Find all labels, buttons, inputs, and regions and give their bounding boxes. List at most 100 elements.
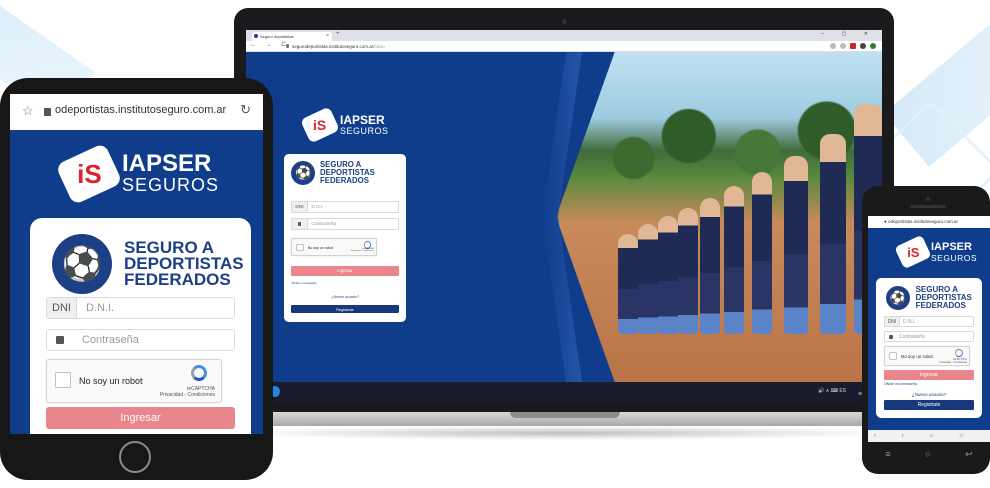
- phone-camera: [926, 197, 930, 201]
- phone-screen: ● odeportistas.institutoseguro.com.ar iS…: [868, 216, 990, 440]
- login-button[interactable]: Ingresar: [884, 370, 974, 380]
- brand-sub: SEGUROS: [931, 252, 978, 263]
- player-figure: [700, 198, 720, 334]
- recaptcha-footer: reCAPTCHA Privacidad - Condiciones: [350, 247, 374, 253]
- forgot-password-link[interactable]: Olvidé mi contraseña: [884, 382, 917, 386]
- recaptcha-footer: reCAPTCHA Privacidad - Condiciones: [159, 386, 215, 398]
- recaptcha-label: No soy un robot: [79, 376, 143, 386]
- player-figure: [618, 234, 638, 334]
- form-title: SEGURO A DEPORTISTAS FEDERADOS: [124, 238, 244, 289]
- dni-placeholder: D.N.I.: [86, 302, 115, 314]
- laptop-camera: [562, 19, 567, 24]
- lock-icon: [47, 330, 73, 350]
- profile-avatar[interactable]: [870, 43, 876, 49]
- browser-tab-bar: Seguro deportistas × + – ▢ ✕: [246, 30, 882, 41]
- back-key-icon[interactable]: ↩: [965, 449, 973, 460]
- new-user-link[interactable]: ¿Nuevo usuario?: [876, 392, 982, 397]
- os-taskbar: 🔊 ∧ ⌨ ES 18:188/3/2022: [246, 382, 882, 402]
- player-figure: [638, 224, 658, 334]
- url-host: segurodeportistas.institutoseguro.com.ar: [292, 44, 374, 49]
- recaptcha-label: No soy un robot: [307, 245, 334, 250]
- new-user-link[interactable]: ¿Nuevo usuario?: [284, 295, 406, 299]
- tablet-home-button[interactable]: [119, 441, 151, 473]
- laptop-shadow: [230, 426, 900, 440]
- brand-sub: SEGUROS: [340, 126, 389, 136]
- login-button[interactable]: Ingresar: [291, 266, 399, 276]
- form-header: ⚽ SEGURO A DEPORTISTAS FEDERADOS: [52, 234, 244, 294]
- close-icon[interactable]: ×: [326, 32, 329, 41]
- browser-tab[interactable]: Seguro deportistas ×: [252, 32, 332, 41]
- login-card: ⚽ SEGURO A DEPORTISTAS FEDERADOS DNI D.N.I…: [876, 278, 982, 418]
- address-bar: ← → C segurodeportistas.institutoseguro.…: [246, 41, 882, 52]
- runner-icon: ⚽: [291, 161, 316, 186]
- brand-badge-icon: iS: [300, 106, 340, 144]
- password-placeholder: Contraseña: [899, 333, 925, 340]
- lock-icon: [44, 108, 51, 116]
- puzzle-icon[interactable]: [860, 43, 866, 49]
- laptop-screen: Seguro deportistas × + – ▢ ✕ ← → C segur…: [246, 30, 882, 402]
- login-card: ⚽ SEGURO A DEPORTISTAS FEDERADOS DNI D.N.I…: [30, 218, 251, 434]
- reload-icon[interactable]: ↻: [240, 102, 251, 118]
- login-button[interactable]: Ingresar: [46, 407, 235, 429]
- dni-input[interactable]: DNI D.N.I.: [46, 297, 235, 319]
- password-placeholder: Contraseña: [82, 334, 139, 346]
- brand-logo: iS IAPSER SEGUROS: [894, 234, 978, 270]
- recaptcha-label: No soy un robot: [901, 354, 933, 359]
- tablet-address-bar: ☆ odeportistas.institutoseguro.com.ar ↻: [10, 94, 263, 130]
- brand-name: IAPSER: [340, 113, 385, 127]
- new-tab-button[interactable]: +: [336, 31, 340, 37]
- password-input[interactable]: Contraseña: [46, 329, 235, 351]
- register-button[interactable]: Registrate: [291, 305, 399, 314]
- menu-key-icon[interactable]: ≡: [885, 449, 890, 459]
- navigation-buttons[interactable]: ← → C: [250, 42, 290, 48]
- url-path: /inicio: [373, 44, 385, 49]
- recaptcha-widget: No soy un robot reCAPTCHA Privacidad - Co…: [291, 238, 378, 256]
- brand-logo: iS IAPSER SEGUROS: [55, 142, 219, 206]
- password-placeholder: Contraseña: [311, 221, 337, 227]
- lock-icon: [885, 332, 897, 341]
- web-page: iS IAPSER SEGUROS ⚽ SEGURO A DEPORTISTAS F…: [246, 52, 882, 382]
- home-key-icon[interactable]: ○: [925, 449, 930, 459]
- recaptcha-footer: reCAPTCHA Privacidad - Condiciones: [939, 358, 967, 364]
- url-input[interactable]: ● odeportistas.institutoseguro.com.ar: [868, 216, 990, 228]
- brand-name: IAPSER: [122, 149, 212, 177]
- runner-icon: ⚽: [52, 234, 112, 294]
- recaptcha-logo-icon: [191, 365, 207, 381]
- recaptcha-checkbox[interactable]: [55, 372, 71, 388]
- lock-icon: [286, 44, 289, 48]
- runner-icon: ⚽: [886, 286, 910, 310]
- recaptcha-checkbox[interactable]: [889, 352, 897, 360]
- password-input[interactable]: Contraseña: [884, 331, 974, 342]
- window-controls[interactable]: – ▢ ✕: [822, 31, 876, 37]
- share-icon[interactable]: [830, 43, 836, 49]
- form-title: SEGURO A DEPORTISTAS FEDERADOS: [915, 285, 972, 310]
- url-input[interactable]: odeportistas.institutoseguro.com.ar: [55, 104, 226, 116]
- star-icon[interactable]: ☆: [22, 103, 34, 119]
- player-figure: [784, 156, 808, 334]
- form-header: ⚽ SEGURO A DEPORTISTAS FEDERADOS: [886, 286, 972, 310]
- dni-prefix: DNI: [885, 317, 900, 326]
- register-button[interactable]: Registrate: [884, 400, 974, 410]
- tab-favicon-icon: [254, 34, 258, 38]
- tablet-screen: ☆ odeportistas.institutoseguro.com.ar ↻ …: [10, 94, 263, 434]
- dni-input[interactable]: DNI D.N.I.: [884, 316, 974, 327]
- player-figure: [678, 208, 698, 334]
- form-header: ⚽ SEGURO A DEPORTISTAS FEDERADOS: [291, 161, 375, 186]
- dni-input[interactable]: DNI D.N.I.: [291, 201, 399, 213]
- url-input[interactable]: segurodeportistas.institutoseguro.com.ar…: [292, 42, 385, 51]
- phone-browser-nav[interactable]: ‹ › ⌂ ☆ ▢ ⋮: [868, 430, 990, 442]
- extension-icon[interactable]: [850, 43, 856, 49]
- recaptcha-checkbox[interactable]: [296, 243, 304, 251]
- system-tray[interactable]: 🔊 ∧ ⌨ ES: [818, 388, 846, 394]
- tab-title: Seguro deportistas: [260, 34, 294, 39]
- player-figure: [820, 134, 846, 334]
- forgot-password-link[interactable]: Olvidé mi contraseña: [291, 282, 316, 285]
- dni-placeholder: D.N.I.: [903, 318, 916, 325]
- password-input[interactable]: Contraseña: [291, 218, 399, 230]
- lock-icon: [292, 219, 308, 229]
- extension-icons: [830, 43, 876, 49]
- laptop-notch: [510, 412, 620, 418]
- player-figure: [658, 216, 678, 334]
- star-icon[interactable]: [840, 43, 846, 49]
- player-figure: [724, 186, 744, 334]
